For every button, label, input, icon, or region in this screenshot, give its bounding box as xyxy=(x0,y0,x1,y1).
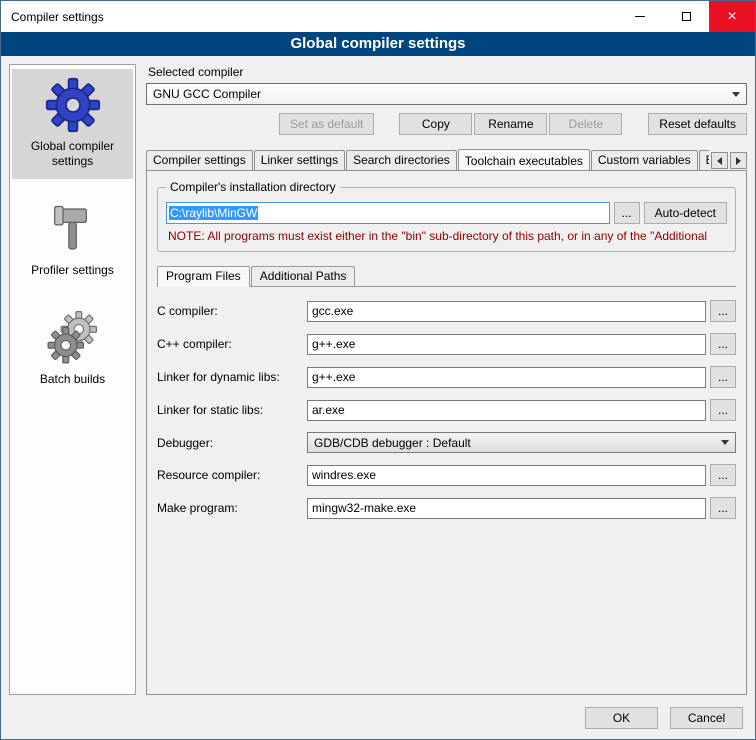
close-icon: × xyxy=(727,9,736,25)
titlebar: Compiler settings × xyxy=(1,1,755,32)
settings-tabstrip: Compiler settings Linker settings Search… xyxy=(146,149,747,170)
compiler-settings-dialog: Compiler settings × Global compiler sett… xyxy=(0,0,756,740)
c-compiler-input[interactable] xyxy=(307,301,706,322)
ok-button[interactable]: OK xyxy=(585,707,658,729)
minimize-icon xyxy=(635,16,645,17)
field-row-debugger: Debugger: GDB/CDB debugger : Default xyxy=(157,432,736,453)
compiler-select-value: GNU GCC Compiler xyxy=(153,87,261,101)
rename-button[interactable]: Rename xyxy=(474,113,547,135)
debugger-select-value: GDB/CDB debugger : Default xyxy=(314,436,471,450)
resource-compiler-input[interactable] xyxy=(307,465,706,486)
selected-text: C:\raylib\MinGW xyxy=(169,206,258,220)
field-label: C compiler: xyxy=(157,304,307,318)
sidebar-item-label: Batch builds xyxy=(40,372,105,387)
minimize-button[interactable] xyxy=(617,1,663,32)
debugger-select[interactable]: GDB/CDB debugger : Default xyxy=(307,432,736,453)
toolchain-executables-panel: Compiler's installation directory C:\ray… xyxy=(146,170,747,695)
sidebar-item-global-compiler-settings[interactable]: Global compiler settings xyxy=(12,69,133,179)
tab-program-files[interactable]: Program Files xyxy=(157,266,250,287)
inner-tabstrip: Program Files Additional Paths xyxy=(157,266,736,286)
tab-additional-paths[interactable]: Additional Paths xyxy=(251,266,356,286)
installation-directory-input[interactable]: C:\raylib\MinGW xyxy=(166,202,610,224)
tabs-scroll-area: Compiler settings Linker settings Search… xyxy=(146,149,709,170)
dialog-body: Global compiler settings Profiler settin… xyxy=(1,56,755,703)
cpp-compiler-input[interactable] xyxy=(307,334,706,355)
main-panel: Selected compiler GNU GCC Compiler Set a… xyxy=(146,64,747,695)
chevron-down-icon xyxy=(727,92,744,97)
field-row-make-program: Make program: ... xyxy=(157,497,736,519)
page-title: Global compiler settings xyxy=(1,32,755,56)
make-program-input[interactable] xyxy=(307,498,706,519)
installation-directory-row: C:\raylib\MinGW ... Auto-detect xyxy=(166,202,727,224)
selected-compiler-label: Selected compiler xyxy=(148,65,747,79)
note-text: NOTE: All programs must exist either in … xyxy=(168,229,727,243)
sidebar-item-batch-builds[interactable]: Batch builds xyxy=(12,302,133,397)
arrow-right-icon xyxy=(736,157,741,165)
stacked-gears-icon xyxy=(44,310,102,366)
dialog-footer: OK Cancel xyxy=(1,703,755,739)
profiler-tool-icon xyxy=(48,201,98,257)
arrow-left-icon xyxy=(717,157,722,165)
tab-build-options-clipped[interactable]: Buil xyxy=(699,150,709,170)
installation-directory-groupbox: Compiler's installation directory C:\ray… xyxy=(157,187,736,252)
field-label: Linker for dynamic libs: xyxy=(157,370,307,384)
tabs-scroll-right-button[interactable] xyxy=(730,152,747,169)
browse-button[interactable]: ... xyxy=(710,464,736,486)
field-label: Make program: xyxy=(157,501,307,515)
browse-button[interactable]: ... xyxy=(710,399,736,421)
dynamic-linker-input[interactable] xyxy=(307,367,706,388)
delete-button[interactable]: Delete xyxy=(549,113,622,135)
tab-search-directories[interactable]: Search directories xyxy=(346,150,457,170)
maximize-icon xyxy=(682,12,691,21)
blue-gear-icon xyxy=(45,77,101,133)
browse-button[interactable]: ... xyxy=(710,333,736,355)
field-row-dynamic-linker: Linker for dynamic libs: ... xyxy=(157,366,736,388)
directory-browse-button[interactable]: ... xyxy=(614,202,640,224)
compiler-buttons-row: Set as default Copy Rename Delete Reset … xyxy=(146,113,747,135)
reset-defaults-button[interactable]: Reset defaults xyxy=(648,113,747,135)
compiler-select[interactable]: GNU GCC Compiler xyxy=(146,83,747,105)
auto-detect-button[interactable]: Auto-detect xyxy=(644,202,727,224)
tab-custom-variables[interactable]: Custom variables xyxy=(591,150,698,170)
maximize-button[interactable] xyxy=(663,1,709,32)
set-as-default-button[interactable]: Set as default xyxy=(279,113,374,135)
sidebar-item-label: Profiler settings xyxy=(31,263,114,278)
field-row-c-compiler: C compiler: ... xyxy=(157,300,736,322)
copy-button[interactable]: Copy xyxy=(399,113,472,135)
static-linker-input[interactable] xyxy=(307,400,706,421)
browse-button[interactable]: ... xyxy=(710,497,736,519)
tabs-scroll-left-button[interactable] xyxy=(711,152,728,169)
tab-compiler-settings[interactable]: Compiler settings xyxy=(146,150,253,170)
tab-linker-settings[interactable]: Linker settings xyxy=(254,150,345,170)
groupbox-title: Compiler's installation directory xyxy=(166,180,340,194)
tab-toolchain-executables[interactable]: Toolchain executables xyxy=(458,149,590,170)
close-button[interactable]: × xyxy=(709,1,755,32)
program-files-page: C compiler: ... C++ compiler: ... Linker… xyxy=(157,286,736,686)
field-row-resource-compiler: Resource compiler: ... xyxy=(157,464,736,486)
field-row-static-linker: Linker for static libs: ... xyxy=(157,399,736,421)
sidebar-item-profiler-settings[interactable]: Profiler settings xyxy=(12,193,133,288)
field-label: C++ compiler: xyxy=(157,337,307,351)
chevron-down-icon xyxy=(716,440,733,445)
sidebar: Global compiler settings Profiler settin… xyxy=(9,64,136,695)
field-label: Debugger: xyxy=(157,436,307,450)
cancel-button[interactable]: Cancel xyxy=(670,707,743,729)
browse-button[interactable]: ... xyxy=(710,300,736,322)
field-label: Resource compiler: xyxy=(157,468,307,482)
browse-button[interactable]: ... xyxy=(710,366,736,388)
field-label: Linker for static libs: xyxy=(157,403,307,417)
window-title: Compiler settings xyxy=(1,1,617,32)
field-row-cpp-compiler: C++ compiler: ... xyxy=(157,333,736,355)
sidebar-item-label: Global compiler settings xyxy=(14,139,131,169)
